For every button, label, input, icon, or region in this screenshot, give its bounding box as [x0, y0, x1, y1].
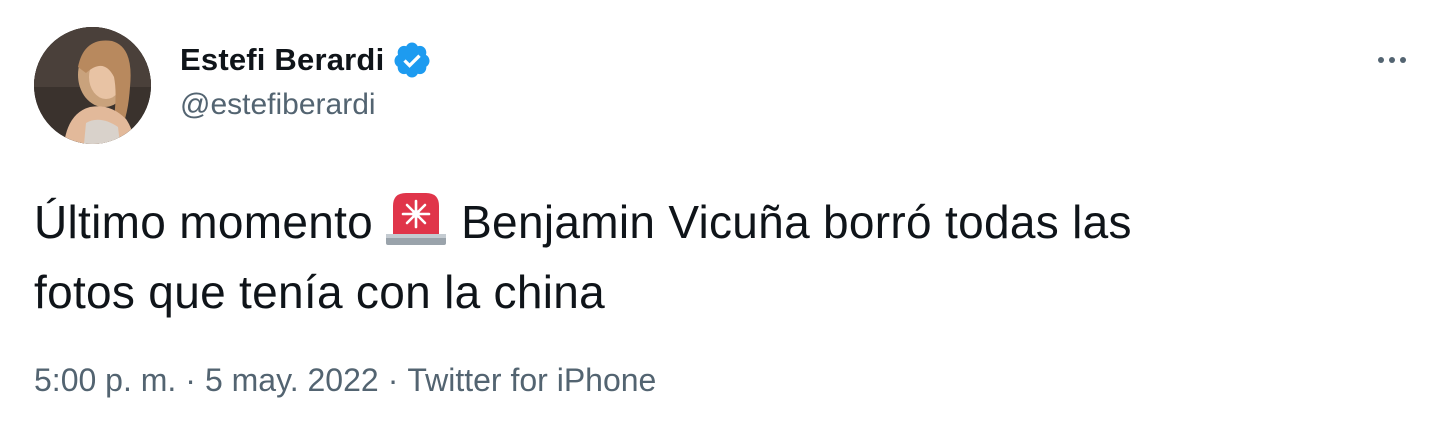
author-avatar[interactable]	[34, 27, 151, 144]
tweet-text-part2: Benjamin Vicuña borró todas las	[461, 196, 1132, 248]
name-row: Estefi Berardi	[180, 38, 432, 82]
author-header: Estefi Berardi @estefiberardi	[180, 38, 432, 122]
rotating-light-emoji-icon	[383, 190, 449, 246]
more-options-button[interactable]	[1370, 46, 1414, 74]
tweet-timestamp-time[interactable]: 5:00 p. m.	[34, 362, 176, 398]
tweet-text-line2: fotos que tenía con la china	[34, 266, 606, 318]
profile-photo-icon	[34, 27, 151, 144]
tweet-timestamp-date[interactable]: 5 may. 2022	[205, 362, 379, 398]
author-display-name[interactable]: Estefi Berardi	[180, 42, 384, 78]
meta-separator: ·	[387, 362, 399, 398]
tweet-meta: 5:00 p. m. · 5 may. 2022 · Twitter for iPhon…	[34, 362, 656, 399]
tweet-text: Último momento Benjamin Vicuña borró tod…	[34, 187, 1414, 327]
verified-badge-icon	[392, 40, 432, 80]
meta-separator: ·	[185, 362, 196, 398]
tweet-card: Estefi Berardi @estefiberardi Último mom…	[0, 0, 1440, 428]
more-options-icon	[1378, 57, 1406, 63]
tweet-source-link[interactable]: Twitter for iPhone	[407, 362, 656, 398]
tweet-text-part1: Último momento	[34, 196, 374, 248]
author-handle[interactable]: @estefiberardi	[180, 88, 432, 122]
